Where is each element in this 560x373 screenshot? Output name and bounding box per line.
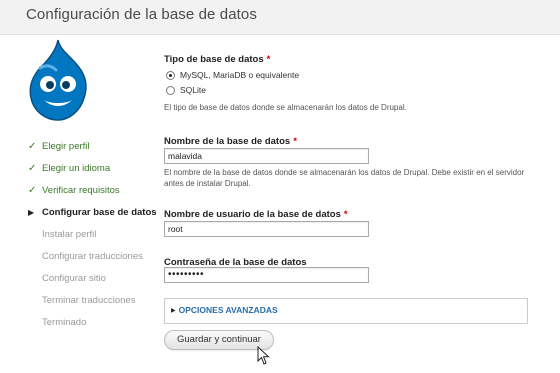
required-mark: * — [343, 209, 348, 220]
step-label: Terminado — [42, 317, 87, 328]
radio-button[interactable] — [166, 70, 175, 80]
step-terminar-traducciones: Terminar traducciones — [28, 290, 168, 312]
db-name-label: Nombre de la base de datos * — [164, 136, 297, 147]
radio-option-sqlite[interactable]: SQLite — [166, 85, 206, 95]
radio-button[interactable] — [166, 85, 175, 95]
page-title: Configuración de la base de datos — [26, 6, 257, 23]
db-name-description: El nombre de la base de datos donde se a… — [164, 168, 525, 188]
step-label: Configurar base de datos — [42, 207, 157, 218]
required-mark: * — [266, 54, 271, 65]
step-label: Configurar traducciones — [42, 251, 143, 262]
step-label: Verificar requisitos — [42, 185, 120, 196]
installation-steps: ✓ Elegir perfil ✓ Elegir un idioma ✓ Ver… — [28, 136, 168, 334]
check-icon: ✓ — [28, 141, 37, 152]
step-elegir-idioma: ✓ Elegir un idioma — [28, 158, 168, 180]
triangle-right-icon: ▶ — [171, 307, 176, 314]
db-type-description: El tipo de base de datos donde se almace… — [164, 103, 407, 112]
step-terminado: Terminado — [28, 312, 168, 334]
step-configurar-sitio: Configurar sitio — [28, 268, 168, 290]
drupal-logo — [29, 39, 87, 121]
advanced-options-label[interactable]: OPCIONES AVANZADAS — [179, 305, 278, 315]
radio-label[interactable]: MySQL, MariaDB o equivalente — [180, 70, 299, 80]
advanced-options-toggle[interactable]: ▶ OPCIONES AVANZADAS — [171, 305, 278, 315]
check-icon: ✓ — [28, 185, 37, 196]
step-elegir-perfil: ✓ Elegir perfil — [28, 136, 168, 158]
triangle-right-icon: ▶ — [28, 208, 35, 217]
radio-option-mysql[interactable]: MySQL, MariaDB o equivalente — [166, 70, 299, 80]
db-user-label: Nombre de usuario de la base de datos * — [164, 209, 348, 220]
db-name-input[interactable]: malavida — [164, 148, 369, 164]
db-type-label: Tipo de base de datos * — [164, 54, 270, 65]
db-pass-input[interactable]: ••••••••• — [164, 267, 369, 283]
mouse-pointer-icon — [257, 346, 270, 365]
step-verificar-requisitos: ✓ Verificar requisitos — [28, 180, 168, 202]
db-type-label-text: Tipo de base de datos — [164, 54, 264, 65]
required-mark: * — [293, 136, 297, 147]
db-user-input[interactable]: root — [164, 221, 369, 237]
step-instalar-perfil: Instalar perfil — [28, 224, 168, 246]
step-configurar-traducciones: Configurar traducciones — [28, 246, 168, 268]
step-configurar-base-de-datos: ▶ Configurar base de datos — [28, 202, 168, 224]
step-label: Elegir un idioma — [42, 163, 111, 174]
db-name-label-text: Nombre de la base de datos — [164, 136, 291, 147]
step-label: Configurar sitio — [42, 273, 106, 284]
check-icon: ✓ — [28, 163, 37, 174]
advanced-options-fieldset: ▶ OPCIONES AVANZADAS — [164, 298, 528, 324]
radio-label[interactable]: SQLite — [180, 85, 206, 95]
step-label: Instalar perfil — [42, 229, 97, 240]
db-user-label-text: Nombre de usuario de la base de datos — [164, 209, 341, 220]
page-header: Configuración de la base de datos — [0, 0, 560, 35]
step-label: Terminar traducciones — [42, 295, 136, 306]
step-label: Elegir perfil — [42, 141, 90, 152]
